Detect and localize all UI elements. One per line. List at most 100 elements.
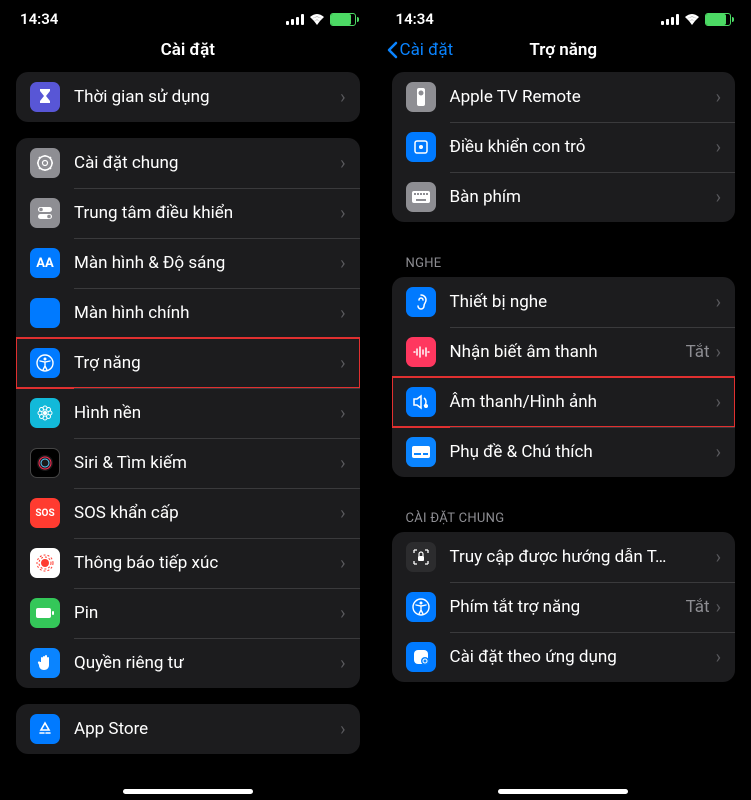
row-home-screen[interactable]: Màn hình chính › [16,288,360,338]
battery-icon [705,13,731,26]
row-label: Thời gian sử dụng [74,87,340,107]
row-shortcut[interactable]: Phím tắt trợ năng Tắt › [392,582,736,632]
row-pointer[interactable]: Điều khiển con trỏ › [392,122,736,172]
status-right [286,13,356,26]
group-general: Cài đặt chung › Trung tâm điều khiển › A… [16,138,360,688]
chevron-icon: › [716,442,721,463]
nav-bar: Cài đặt Trợ năng [376,32,751,72]
chevron-icon: › [340,653,345,674]
row-general[interactable]: Cài đặt chung › [16,138,360,188]
row-per-app[interactable]: Cài đặt theo ứng dụng › [392,632,736,682]
nav-title: Cài đặt [161,40,215,60]
section-header-general: CÀI ĐẶT CHUNG [392,493,736,532]
row-label: Nhận biết âm thanh [450,342,686,362]
row-label: Phụ đề & Chú thích [450,442,716,462]
chevron-icon: › [340,719,345,740]
appstore-icon [30,714,60,744]
chevron-icon: › [716,547,721,568]
chevron-icon: › [716,392,721,413]
chevron-icon: › [716,342,721,363]
accessibility-icon [406,592,436,622]
settings-content[interactable]: Thời gian sử dụng › Cài đặt chung › Trun… [0,72,376,800]
chevron-icon: › [716,187,721,208]
chevron-icon: › [716,87,721,108]
sos-icon: SOS [30,498,60,528]
row-wallpaper[interactable]: Hình nền › [16,388,360,438]
right-phone: 14:34 Cài đặt Trợ năng Apple TV Remote › [376,0,751,800]
nav-bar: Cài đặt [0,32,376,72]
section-header-hearing: NGHE [392,238,736,277]
row-label: Điều khiển con trỏ [450,137,716,157]
row-label: Pin [74,603,340,623]
row-label: Hình nền [74,403,340,423]
group-hearing: Thiết bị nghe › Nhận biết âm thanh Tắt ›… [392,277,736,477]
row-label: Trợ năng [74,353,340,373]
row-value: Tắt [686,597,710,617]
signal-icon [661,14,679,25]
gear-icon [30,148,60,178]
text-size-icon: AA [30,248,60,278]
row-privacy[interactable]: Quyền riêng tư › [16,638,360,688]
row-label: SOS khẩn cấp [74,503,340,523]
back-label: Cài đặt [400,40,454,60]
nav-title: Trợ năng [529,40,597,60]
accessibility-content[interactable]: Apple TV Remote › Điều khiển con trỏ › B… [376,72,751,800]
row-label: Siri & Tìm kiếm [74,453,340,473]
row-control-center[interactable]: Trung tâm điều khiển › [16,188,360,238]
row-audio-visual[interactable]: Âm thanh/Hình ảnh › [392,377,736,427]
row-tv-remote[interactable]: Apple TV Remote › [392,72,736,122]
chevron-icon: › [716,647,721,668]
group-physical: Apple TV Remote › Điều khiển con trỏ › B… [392,72,736,222]
status-bar: 14:34 [0,0,376,32]
back-button[interactable]: Cài đặt [386,40,454,60]
row-screentime[interactable]: Thời gian sử dụng › [16,72,360,122]
row-label: Trung tâm điều khiển [74,203,340,223]
chevron-left-icon [386,41,398,59]
app-settings-icon [406,642,436,672]
row-subtitles[interactable]: Phụ đề & Chú thích › [392,427,736,477]
row-sos[interactable]: SOS SOS khẩn cấp › [16,488,360,538]
row-keyboard[interactable]: Bàn phím › [392,172,736,222]
row-display[interactable]: AA Màn hình & Độ sáng › [16,238,360,288]
row-label: Truy cập được hướng dẫn T… [450,547,716,567]
row-exposure[interactable]: Thông báo tiếp xúc › [16,538,360,588]
subtitles-icon [406,437,436,467]
row-sound-recognition[interactable]: Nhận biết âm thanh Tắt › [392,327,736,377]
chevron-icon: › [340,153,345,174]
flower-icon [30,398,60,428]
row-hearing[interactable]: Thiết bị nghe › [392,277,736,327]
status-time: 14:34 [20,10,58,28]
remote-icon [406,82,436,112]
chevron-icon: › [716,137,721,158]
row-label: Thiết bị nghe [450,292,716,312]
lock-frame-icon [406,542,436,572]
ear-icon [406,287,436,317]
row-appstore[interactable]: App Store › [16,704,360,754]
row-label: Phím tắt trợ năng [450,597,686,617]
group-screentime: Thời gian sử dụng › [16,72,360,122]
row-siri[interactable]: Siri & Tìm kiếm › [16,438,360,488]
row-value: Tắt [686,342,710,362]
wifi-icon [309,13,325,25]
row-label: Cài đặt theo ứng dụng [450,647,716,667]
row-guided-access[interactable]: Truy cập được hướng dẫn T… › [392,532,736,582]
waveform-icon [406,337,436,367]
home-indicator[interactable] [123,789,253,794]
row-accessibility[interactable]: Trợ năng › [16,338,360,388]
row-label: Quyền riêng tư [74,653,340,673]
chevron-icon: › [716,292,721,313]
chevron-icon: › [340,503,345,524]
speaker-eye-icon [406,387,436,417]
siri-icon [30,448,60,478]
status-bar: 14:34 [376,0,751,32]
signal-icon [286,14,304,25]
home-indicator[interactable] [498,789,628,794]
chevron-icon: › [340,253,345,274]
row-label: Bàn phím [450,187,716,207]
battery-row-icon [30,598,60,628]
battery-icon [330,13,356,26]
chevron-icon: › [716,597,721,618]
keyboard-icon [406,182,436,212]
row-battery[interactable]: Pin › [16,588,360,638]
row-label: Thông báo tiếp xúc [74,553,340,573]
